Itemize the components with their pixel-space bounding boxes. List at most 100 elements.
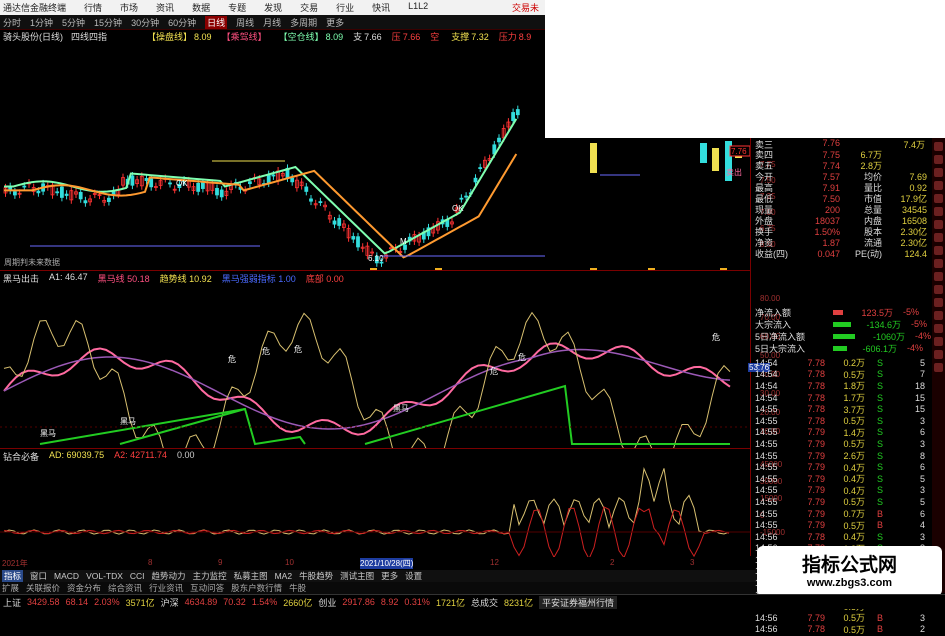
menu-item-5[interactable]: 发现 [264, 1, 282, 14]
tab-9[interactable]: 牛股趋势 [299, 570, 333, 582]
chart-right-border [750, 138, 751, 556]
period-9[interactable]: 多周期 [290, 16, 317, 29]
side-tool-icon[interactable] [934, 337, 943, 346]
period-2[interactable]: 5分钟 [62, 16, 85, 29]
candle-body [60, 186, 64, 198]
period-7[interactable]: 周线 [236, 16, 254, 29]
tab-6[interactable]: 主力监控 [193, 570, 227, 582]
side-tool-icon[interactable] [934, 259, 943, 268]
stock-name[interactable]: 骑头股份(日线) [3, 30, 63, 43]
period-10[interactable]: 更多 [326, 16, 344, 29]
tab-7[interactable]: 私募主图 [234, 570, 268, 582]
side-tool-icon[interactable] [934, 324, 943, 333]
brand-label[interactable]: 交易未 [512, 1, 545, 14]
side-tool-icon[interactable] [934, 298, 943, 307]
menu-item-2[interactable]: 资讯 [156, 1, 174, 14]
candle-body [497, 137, 501, 143]
tick-cell-n: 5 [919, 473, 925, 484]
period-3[interactable]: 15分钟 [94, 16, 122, 29]
tick-cell-n: 6 [919, 462, 925, 473]
indicator2-chart[interactable] [0, 462, 750, 557]
side-tool-icon[interactable] [934, 181, 943, 190]
side-toolbar[interactable] [932, 138, 945, 593]
quote-value: 0.047 [817, 248, 840, 259]
time-label-0: 2021年 [2, 559, 28, 568]
info-tab-1[interactable]: 关联报价 [26, 582, 60, 594]
side-tool-icon[interactable] [934, 168, 943, 177]
menu-item-6[interactable]: 交易 [300, 1, 318, 14]
menu-item-4[interactable]: 专题 [228, 1, 246, 14]
tick-cell-t: 14:55 [755, 462, 778, 473]
tick-cell-n: 15 [914, 404, 925, 415]
tab-0[interactable]: 指标 [2, 570, 24, 582]
info-tab-7[interactable]: 牛股 [289, 582, 306, 594]
period-0[interactable]: 分时 [3, 16, 21, 29]
tab-12[interactable]: 设置 [405, 570, 422, 582]
ind1-e-value: 0.00 [326, 274, 344, 284]
divider-ind1 [0, 448, 750, 449]
template-name[interactable]: 四线四指 [71, 30, 107, 43]
info-tab-3[interactable]: 综合资讯 [108, 582, 142, 594]
menu-item-7[interactable]: 行业 [336, 1, 354, 14]
index-name[interactable]: 沪深 [161, 596, 179, 609]
side-tool-icon[interactable] [934, 246, 943, 255]
side-tool-icon[interactable] [934, 285, 943, 294]
ind1-a1-label: A1: [49, 272, 63, 282]
tick-row: 14:55 7.79 0.4万 S 3 [755, 485, 945, 497]
info-tab-4[interactable]: 行业资讯 [149, 582, 183, 594]
period-1[interactable]: 1分钟 [30, 16, 53, 29]
y-tick: 80.00 [760, 294, 781, 303]
period-5[interactable]: 60分钟 [168, 16, 196, 29]
menu-item-1[interactable]: 市场 [120, 1, 138, 14]
menu-item-3[interactable]: 数据 [192, 1, 210, 14]
tab-10[interactable]: 测试主图 [340, 570, 374, 582]
index-name[interactable]: 创业 [318, 596, 336, 609]
info-tab-0[interactable]: 扩展 [2, 582, 19, 594]
position-label: M [400, 237, 407, 246]
candle-body [78, 191, 83, 200]
candlestick-chart[interactable]: OK OK 6.10 周期判未来数据 卖出 M 7.76 [0, 43, 750, 270]
side-tool-icon[interactable] [934, 220, 943, 229]
side-tool-icon[interactable] [934, 350, 943, 359]
side-tool-icon[interactable] [934, 311, 943, 320]
index-name[interactable]: 总成交 [471, 596, 498, 609]
info-tab-5[interactable]: 互动问答 [190, 582, 224, 594]
flow-bar [833, 345, 847, 351]
period-8[interactable]: 月线 [263, 16, 281, 29]
menu-item-8[interactable]: 快讯 [372, 1, 390, 14]
side-tool-icon[interactable] [934, 272, 943, 281]
period-6[interactable]: 日线 [205, 15, 228, 29]
side-tool-icon[interactable] [934, 233, 943, 242]
tick-row: 14:54 7.78 1.7万 S 15 [755, 392, 945, 404]
candle-body [168, 182, 172, 185]
title-bar: 通达信金融终端 行情 市场 资讯 数据 专题 发现 交易 行业 快讯 L1L2 交易未 [0, 0, 545, 15]
menu-item-9[interactable]: L1L2 [408, 1, 428, 14]
tab-8[interactable]: MA2 [275, 571, 292, 581]
tab-1[interactable]: 窗口 [30, 570, 47, 582]
quote-value: 7.91 [822, 182, 840, 193]
tick-cell-s: S [876, 485, 883, 496]
indicator1-chart[interactable]: 黑马黑马黑马危危 危危危危 [0, 284, 750, 448]
period-4[interactable]: 30分钟 [131, 16, 159, 29]
tick-cell-t: 14:54 [755, 369, 778, 380]
side-tool-icon[interactable] [934, 155, 943, 164]
info-tab-6[interactable]: 股东户数行情 [231, 582, 282, 594]
side-tool-icon[interactable] [934, 142, 943, 151]
side-tool-icon[interactable] [934, 207, 943, 216]
tick-cell-s: B [876, 520, 883, 531]
tab-3[interactable]: VOL-TDX [86, 571, 123, 581]
legend-label: 【乘驾线】 [221, 32, 267, 42]
tab-5[interactable]: 趋势动力 [152, 570, 186, 582]
candle-body [590, 143, 597, 173]
tick-cell-t: 14:55 [755, 450, 778, 461]
info-tab-2[interactable]: 资金分布 [67, 582, 101, 594]
tab-2[interactable]: MACD [54, 571, 79, 581]
side-tool-icon[interactable] [934, 194, 943, 203]
menu-item-0[interactable]: 行情 [84, 1, 102, 14]
tab-4[interactable]: CCI [130, 571, 145, 581]
ind1-tag: 危 [294, 344, 302, 354]
tab-11[interactable]: 更多 [381, 570, 398, 582]
index-name[interactable]: 上证 [3, 596, 21, 609]
tick-cell-n: 15 [914, 392, 925, 403]
side-tool-icon[interactable] [934, 363, 943, 372]
